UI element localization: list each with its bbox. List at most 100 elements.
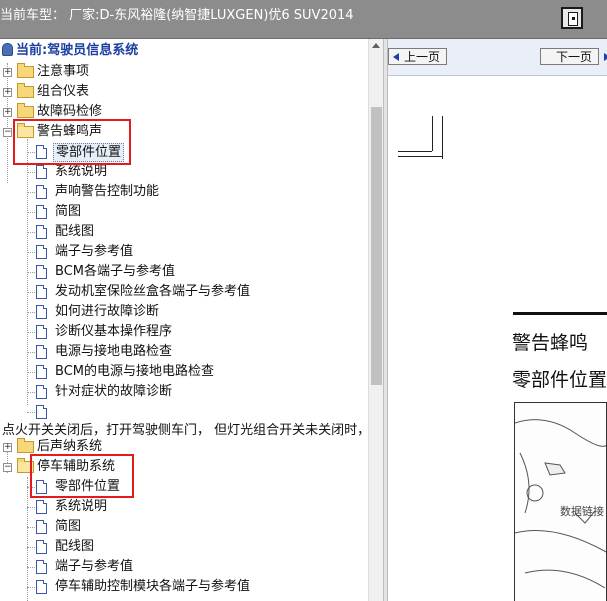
crop-mark (442, 116, 443, 159)
tree-guide-line (27, 352, 35, 353)
tree-guide-line (27, 252, 35, 253)
document-toolbar: 上一页 下一页 (388, 39, 607, 76)
previous-page-label: 上一页 (404, 50, 441, 64)
page-icon (36, 285, 47, 299)
scroll-up-icon[interactable] (372, 43, 380, 48)
folder-icon (17, 63, 34, 78)
next-page-button[interactable]: 下一页 (540, 48, 607, 65)
heading-rule (513, 312, 607, 315)
tree-guide-line (27, 272, 35, 273)
tree-item-bcm-terminals[interactable]: BCM各端子与参考值 (0, 262, 360, 282)
page-icon (36, 305, 47, 319)
tree-root[interactable]: 当前:驾驶员信息系统 (2, 41, 138, 61)
tree-item-notes[interactable]: + 注意事项 (0, 62, 360, 82)
page-icon (36, 185, 47, 199)
page-icon (36, 365, 47, 379)
exit-icon[interactable] (561, 7, 583, 29)
scrollbar-thumb[interactable] (371, 107, 382, 385)
tree-item-label: 注意事项 (37, 64, 90, 79)
tree-item-label: 如何进行故障诊断 (55, 304, 160, 319)
crop-mark (398, 156, 442, 157)
next-page-label: 下一页 (556, 50, 593, 64)
document-subheading: 零部件位置 (512, 369, 607, 391)
document-page: 警告蜂鸣 零部件位置 数据链接 (388, 76, 607, 601)
document-heading: 警告蜂鸣 (512, 332, 589, 354)
window-title: 当前车型： 厂家:D-东风裕隆(纳智捷LUXGEN)优6 SUV2014 (0, 8, 354, 23)
crop-mark (398, 151, 432, 152)
tree-item-chime-control[interactable]: 声响警告控制功能 (0, 182, 360, 202)
highlight-box-parking-assist (30, 454, 134, 498)
tree-item-label: 停车辅助控制模块各端子与参考值 (55, 579, 251, 594)
tree-guide-line (27, 507, 35, 508)
tree-item-label: 针对症状的故障诊断 (55, 384, 173, 399)
system-icon (2, 43, 13, 56)
page-icon (36, 245, 47, 259)
tree-item-pa-system-description[interactable]: 系统说明 (0, 497, 360, 517)
tree-item-pa-terminals[interactable]: 端子与参考值 (0, 557, 360, 577)
tree-item-label: 点火开关关闭后，打开驾驶侧车门， 但灯光组合开关未关闭时， (2, 423, 368, 438)
tree-item-label: 配线图 (55, 224, 95, 239)
tree-item-label: 端子与参考值 (55, 244, 134, 259)
tree-root-label: 当前:驾驶员信息系统 (16, 43, 139, 58)
tree-item-blank-page[interactable] (0, 402, 360, 422)
tree-item-fuse-box-terminals[interactable]: 发动机室保险丝盒各端子与参考值 (0, 282, 360, 302)
tree-item-pa-schematic[interactable]: 简图 (0, 517, 360, 537)
page-icon (36, 205, 47, 219)
tree-guide-line (27, 392, 35, 393)
tree-item-label: BCM的电源与接地电路检查 (55, 364, 214, 379)
title-bar: 当前车型： 厂家:D-东风裕隆(纳智捷LUXGEN)优6 SUV2014 (0, 0, 607, 39)
tree-item-symptom-diagnosis[interactable]: 针对症状的故障诊断 (0, 382, 360, 402)
component-location-figure: 数据链接 (514, 402, 607, 601)
collapse-icon[interactable]: − (3, 463, 12, 472)
tree-item-wiring-diagram[interactable]: 配线图 (0, 222, 360, 242)
tree-item-cluster[interactable]: + 组合仪表 (0, 82, 360, 102)
highlight-box-warning-chime (13, 119, 131, 165)
tree-guide-line (27, 527, 35, 528)
tree-item-bcm-power-ground-check[interactable]: BCM的电源与接地电路检查 (0, 362, 360, 382)
collapse-icon[interactable]: − (3, 128, 12, 137)
tree-item-label: 发动机室保险丝盒各端子与参考值 (55, 284, 251, 299)
tree-item-label: 声响警告控制功能 (55, 184, 160, 199)
crop-mark (432, 116, 433, 151)
tree-item-how-to-diagnose[interactable]: 如何进行故障诊断 (0, 302, 360, 322)
door-handle-icon (572, 17, 575, 20)
tree-item-label: BCM各端子与参考值 (55, 264, 175, 279)
page-icon (36, 325, 47, 339)
tree-item-power-ground-check[interactable]: 电源与接地电路检查 (0, 342, 360, 362)
page-icon (36, 345, 47, 359)
tree-guide-line (27, 172, 35, 173)
tree-guide-line (27, 372, 35, 373)
tree-guide-line (27, 412, 35, 413)
tree-item-label: 简图 (55, 519, 82, 534)
folder-icon (17, 83, 34, 98)
expand-icon[interactable]: + (3, 88, 12, 97)
page-icon (36, 225, 47, 239)
tree-item-schematic[interactable]: 简图 (0, 202, 360, 222)
tree-guide-line (27, 292, 35, 293)
tree-pane: 当前:驾驶员信息系统 + 注意事项 + 组合仪表 + 故障码检修 − 警告蜂鸣声… (0, 39, 368, 601)
tree-item-system-description[interactable]: 系统说明 (0, 162, 360, 182)
tree-guide-line (27, 312, 35, 313)
tree-item-label: 组合仪表 (37, 84, 90, 99)
tree-guide-line (27, 587, 35, 588)
page-icon (36, 385, 47, 399)
previous-page-button[interactable]: 上一页 (388, 48, 448, 65)
tree-item-label: 简图 (55, 204, 82, 219)
tree-item-label: 系统说明 (55, 164, 108, 179)
page-icon (36, 580, 47, 594)
expand-icon[interactable]: + (3, 108, 12, 117)
expand-icon[interactable]: + (3, 68, 12, 77)
expand-icon[interactable]: + (3, 443, 12, 452)
tree-item-terminals[interactable]: 端子与参考值 (0, 242, 360, 262)
tree-guide-line (27, 332, 35, 333)
page-icon (36, 165, 47, 179)
tree-scrollbar[interactable] (368, 39, 384, 601)
tree-item-scan-tool-basics[interactable]: 诊断仪基本操作程序 (0, 322, 360, 342)
vehicle-interior-drawing (515, 419, 606, 589)
tree-item-pa-wiring-diagram[interactable]: 配线图 (0, 537, 360, 557)
tree-guide-line (27, 232, 35, 233)
tree-item-pa-module-terminals[interactable]: 停车辅助控制模块各端子与参考值 (0, 577, 360, 597)
figure-callout-label: 数据链接 (560, 505, 604, 518)
page-icon (36, 500, 47, 514)
tree-guide-line (27, 567, 35, 568)
